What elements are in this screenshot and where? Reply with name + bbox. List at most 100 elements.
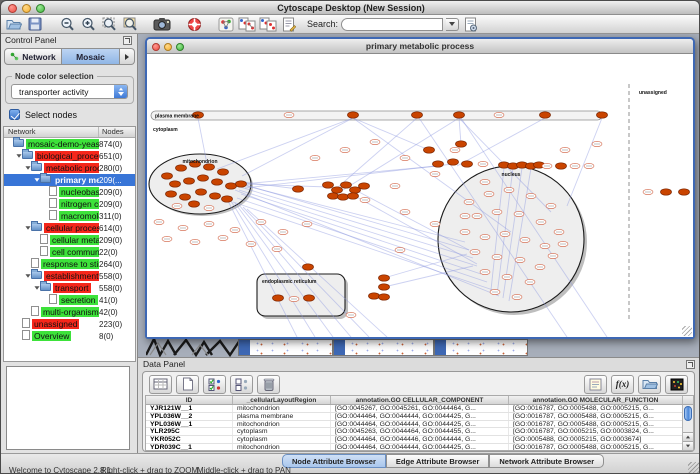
network-node[interactable] [433, 161, 444, 167]
network-node[interactable] [184, 178, 195, 184]
network-node[interactable] [328, 193, 339, 199]
attribute-browser-tab[interactable]: Edge Attribute Browser [386, 454, 489, 468]
scroll-up-button[interactable] [683, 432, 693, 441]
matrix-button[interactable] [665, 375, 688, 394]
network-node[interactable] [462, 161, 473, 167]
delete-attribute-button[interactable] [257, 375, 280, 394]
column-header[interactable]: annotation.GO MOLECULAR_FUNCTION [509, 396, 683, 404]
tree-row[interactable]: unassigned223(0) [4, 318, 135, 330]
duplicate-network-button[interactable] [238, 16, 256, 32]
network-canvas[interactable]: plasma membranecytoplasmmitochondrionnuc… [147, 54, 693, 337]
search-dropdown-button[interactable] [446, 18, 459, 31]
network-node[interactable] [293, 186, 304, 192]
float-panel-icon[interactable] [686, 360, 695, 369]
network-node[interactable] [198, 175, 209, 181]
table-row[interactable]: YPL036W__2plasma membrane[GO:0044464, GO… [146, 413, 693, 421]
tree-row[interactable]: cellular process614(0) [4, 222, 135, 234]
attribute-browser-tab[interactable]: Node Attribute Browser [282, 454, 386, 468]
create-attribute-button[interactable] [176, 375, 199, 394]
network-window-titlebar[interactable]: primary metabolic process [147, 39, 693, 54]
network-node[interactable] [540, 112, 551, 118]
scrollbar-thumb[interactable] [684, 406, 692, 421]
network-node[interactable] [170, 181, 181, 187]
network-node[interactable] [556, 163, 567, 169]
zoom-fit-button[interactable] [100, 16, 118, 32]
network-node[interactable] [236, 181, 247, 187]
column-header[interactable]: ID [146, 396, 233, 404]
background-network-window[interactable] [434, 339, 528, 356]
network-node[interactable] [162, 173, 173, 179]
attribute-browser-tab[interactable]: Network Attribute Browser [489, 454, 604, 468]
select-all-attributes-button[interactable] [203, 375, 226, 394]
column-header[interactable]: _cellularLayoutRegion [233, 396, 331, 404]
zoom-out-button[interactable] [58, 16, 76, 32]
network-node[interactable] [176, 165, 187, 171]
birdseye-view-panel[interactable] [6, 366, 130, 450]
network-node[interactable] [166, 191, 177, 197]
tree-row[interactable]: biological_process651(0) [4, 150, 135, 162]
import-attributes-button[interactable] [638, 375, 661, 394]
tree-row[interactable]: cellular metabol209(0) [4, 234, 135, 246]
background-network-window[interactable] [333, 339, 434, 356]
network-node[interactable] [304, 295, 315, 301]
network-node[interactable] [348, 112, 359, 118]
table-row[interactable]: YPL036W__1mitochondrion[GO:0044464, GO:0… [146, 421, 693, 429]
network-node[interactable] [341, 182, 352, 188]
network-node[interactable] [226, 183, 237, 189]
unselect-all-attributes-button[interactable] [230, 375, 253, 394]
background-network-window[interactable] [238, 339, 333, 356]
network-node[interactable] [189, 201, 200, 207]
scroll-down-button[interactable] [683, 441, 693, 450]
network-node[interactable] [218, 169, 229, 175]
tree-row[interactable]: macromolecule311(0) [4, 210, 135, 222]
attribute-table[interactable]: ID_cellularLayoutRegionannotation.GO CEL… [145, 395, 694, 451]
network-node[interactable] [338, 194, 349, 200]
table-row[interactable]: YLR295Ccytoplasm[GO:0045263, GO:0044464,… [146, 428, 693, 436]
tree-row[interactable]: cell communicat22(0) [4, 246, 135, 258]
table-row[interactable]: YKR052Ccytoplasm[GO:0044464, GO:0044446,… [146, 436, 693, 444]
select-attributes-button[interactable] [149, 375, 172, 394]
open-session-button[interactable] [5, 16, 23, 32]
column-header[interactable]: annotation.GO CELLULAR_COMPONENT [331, 396, 509, 404]
search-options-button[interactable] [462, 16, 480, 32]
network-node[interactable] [303, 264, 314, 270]
network-node[interactable] [379, 275, 390, 281]
network-node[interactable] [210, 193, 221, 199]
help-button[interactable] [185, 16, 203, 32]
network-node[interactable] [456, 141, 467, 147]
network-node[interactable] [212, 179, 223, 185]
network-node[interactable] [222, 196, 233, 202]
tab-overflow-button[interactable] [120, 48, 135, 65]
network-node[interactable] [196, 189, 207, 195]
tree-row[interactable]: nitrogen compo209(0) [4, 198, 135, 210]
destroy-network-button[interactable] [259, 16, 277, 32]
select-nodes-checkbox[interactable] [9, 109, 20, 120]
table-scrollbar[interactable] [682, 405, 693, 450]
table-row[interactable]: YDR039C__1mitochondrion[GO:0044464, GO:0… [146, 444, 693, 451]
snapshot-button[interactable] [153, 16, 171, 32]
network-node[interactable] [597, 112, 608, 118]
zoom-selected-button[interactable] [121, 16, 139, 32]
annotation-button[interactable] [280, 16, 298, 32]
search-input[interactable] [341, 18, 443, 31]
tree-row[interactable]: Overview8(0) [4, 330, 135, 342]
tree-row[interactable]: transport558(0) [4, 282, 135, 294]
window-resize-grip[interactable] [682, 326, 692, 336]
tree-row[interactable]: establishment of lo558(0) [4, 270, 135, 282]
network-node[interactable] [424, 147, 435, 153]
color-attribute-select[interactable]: transporter activity [11, 84, 128, 99]
network-node[interactable] [661, 189, 672, 195]
tree-row[interactable]: primary metabo209(... [4, 174, 135, 186]
network-node[interactable] [323, 182, 334, 188]
app-resize-grip[interactable] [688, 462, 699, 473]
tab-mosaic[interactable]: Mosaic [62, 48, 120, 65]
network-node[interactable] [379, 284, 390, 290]
tree-row[interactable]: nucleobase-209(0) [4, 186, 135, 198]
network-node[interactable] [359, 183, 370, 189]
tree-row[interactable]: response to stimulu264(0) [4, 258, 135, 270]
network-node[interactable] [454, 112, 465, 118]
network-node[interactable] [180, 194, 191, 200]
table-row[interactable]: YJR121W__1mitochondrion[GO:0045267, GO:0… [146, 405, 693, 413]
save-session-button[interactable] [26, 16, 44, 32]
network-node[interactable] [379, 294, 390, 300]
